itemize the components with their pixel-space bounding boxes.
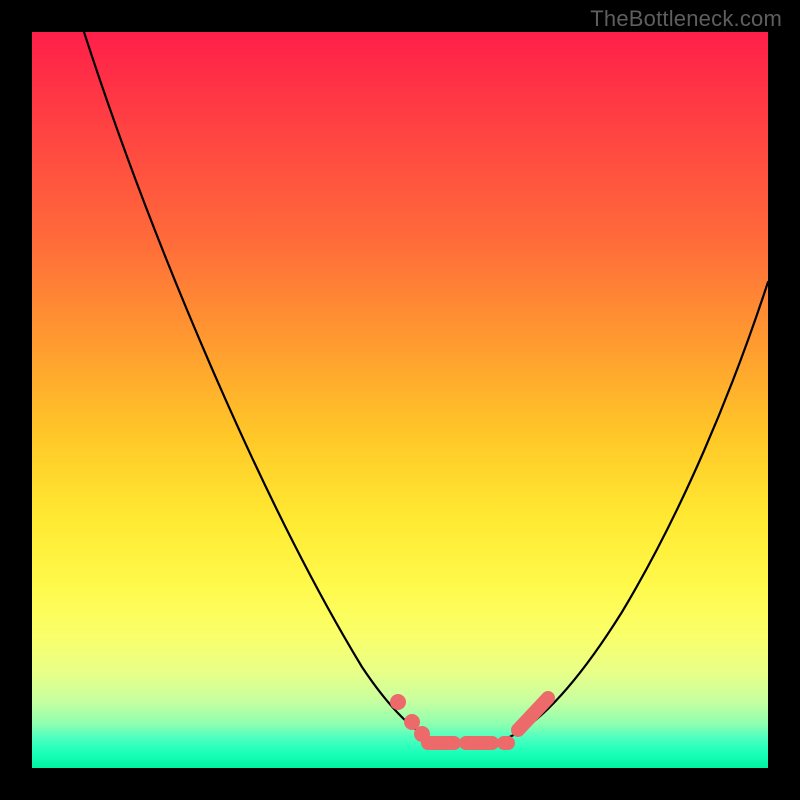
plot-area	[32, 32, 768, 768]
marker-left-dot-lower	[414, 726, 430, 742]
curve-left-branch	[84, 32, 434, 740]
chart-frame: TheBottleneck.com	[0, 0, 800, 800]
marker-left-dot-upper	[390, 694, 406, 710]
curve-right-branch	[502, 282, 768, 740]
watermark-text: TheBottleneck.com	[590, 6, 782, 32]
bottleneck-curve-svg	[32, 32, 768, 768]
